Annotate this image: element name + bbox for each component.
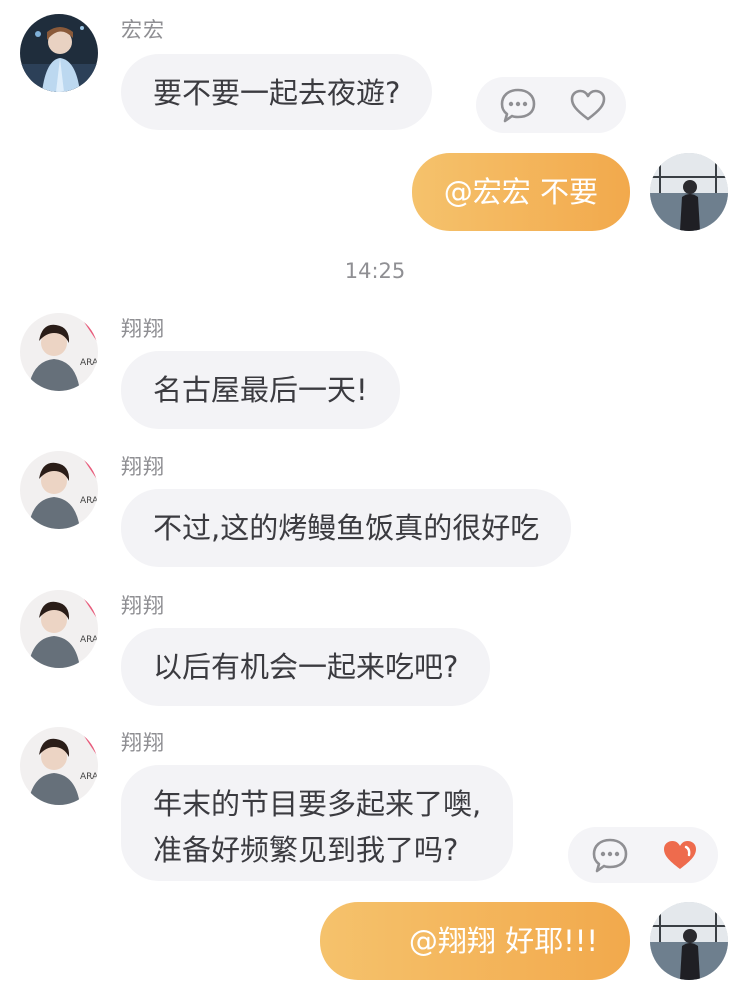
sender-name: 宏宏 [121,18,165,42]
sender-name: 翔翔 [121,317,165,341]
svg-text:ARA: ARA [80,358,98,368]
comment-icon[interactable] [498,86,538,124]
svg-text:ARA: ARA [80,635,98,645]
avatar-xiangxiang[interactable]: ARA [20,313,98,391]
message-bubble[interactable]: 名古屋最后一天! [121,351,400,429]
avatar-honghong[interactable] [20,14,98,92]
message-bubble-outgoing[interactable]: @宏宏 不要 [412,153,630,231]
avatar-self[interactable] [650,902,728,980]
svg-text:ARA: ARA [80,772,98,782]
message-bubble[interactable]: 年末的节目要多起来了噢, 准备好频繁见到我了吗? [121,765,514,881]
comment-icon[interactable] [590,836,630,874]
sender-name: 翔翔 [121,455,165,479]
message-line: 年末的节目要多起来了噢, [153,787,482,821]
message-bubble[interactable]: 以后有机会一起来吃吧? [121,628,491,706]
chat-window: 宏宏 要不要一起去夜遊? @宏宏 不要 14:25 ARA 翔翔 名古屋最后一天… [0,0,750,992]
avatar-self[interactable] [650,153,728,231]
message-actions [568,827,718,883]
sender-name: 翔翔 [121,594,165,618]
avatar-xiangxiang[interactable]: ARA [20,590,98,668]
message-bubble[interactable]: 不过,这的烤鳗鱼饭真的很好吃 [121,489,572,567]
heart-icon-liked[interactable] [660,836,700,874]
heart-icon[interactable] [568,86,608,124]
avatar-xiangxiang[interactable]: ARA [20,727,98,805]
message-bubble-outgoing[interactable]: @翔翔 好耶!!! [320,902,630,980]
message-actions [476,77,626,133]
timestamp: 14:25 [344,259,406,283]
sender-name: 翔翔 [121,731,165,755]
avatar-xiangxiang[interactable]: ARA [20,451,98,529]
message-line: 准备好频繁见到我了吗? [153,833,459,867]
message-bubble[interactable]: 要不要一起去夜遊? [121,54,433,130]
svg-text:ARA: ARA [80,496,98,506]
